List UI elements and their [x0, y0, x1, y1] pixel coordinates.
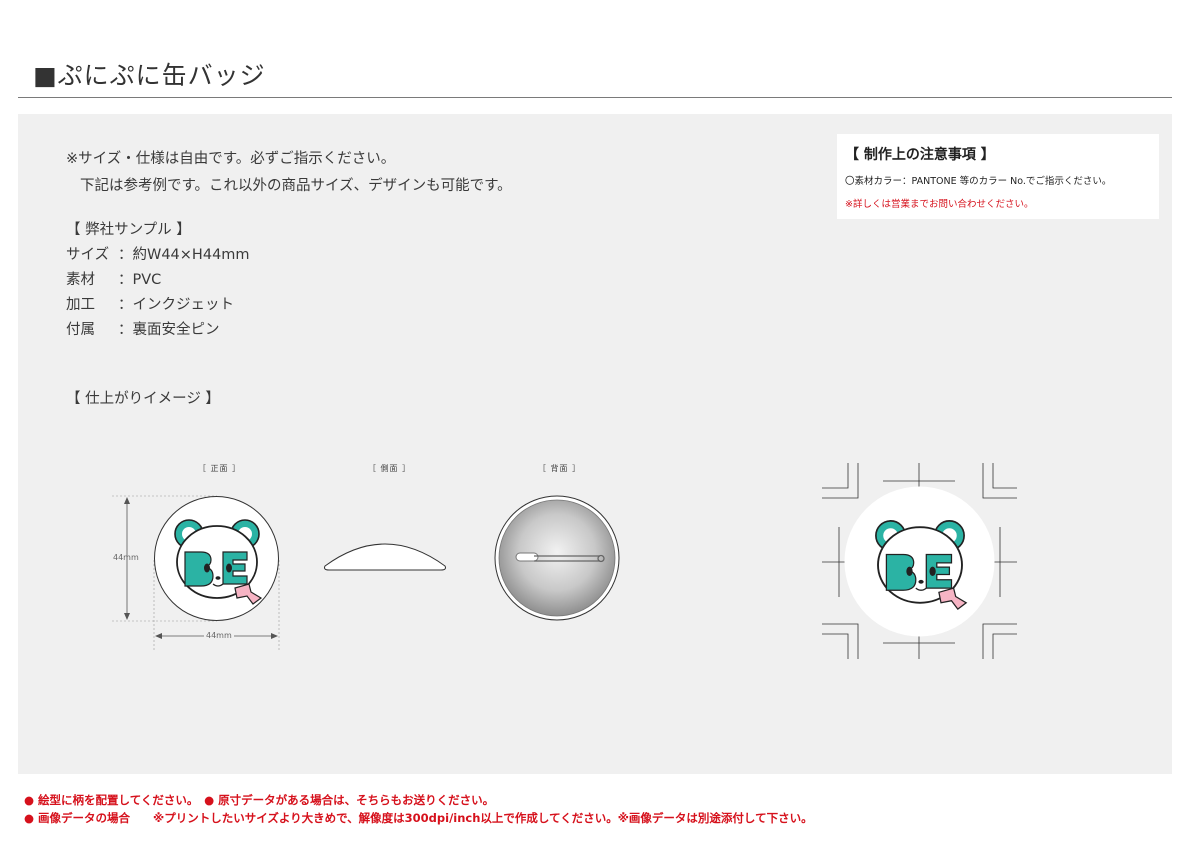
footer-line-2: ● 画像データの場合 ※プリントしたいサイズより大きめで、解像度は300dpi/… — [24, 811, 813, 825]
badge-illustrations — [112, 463, 1017, 659]
footer-line-1: ● 絵型に柄を配置してください。 ● 原寸データがある場合は、そちらもお送りくだ… — [24, 793, 495, 807]
front-view — [112, 495, 280, 652]
side-view — [324, 543, 446, 571]
height-dimension-label: 44mm — [113, 553, 139, 562]
back-view — [494, 495, 620, 621]
width-dimension-label: 44mm — [204, 631, 234, 640]
